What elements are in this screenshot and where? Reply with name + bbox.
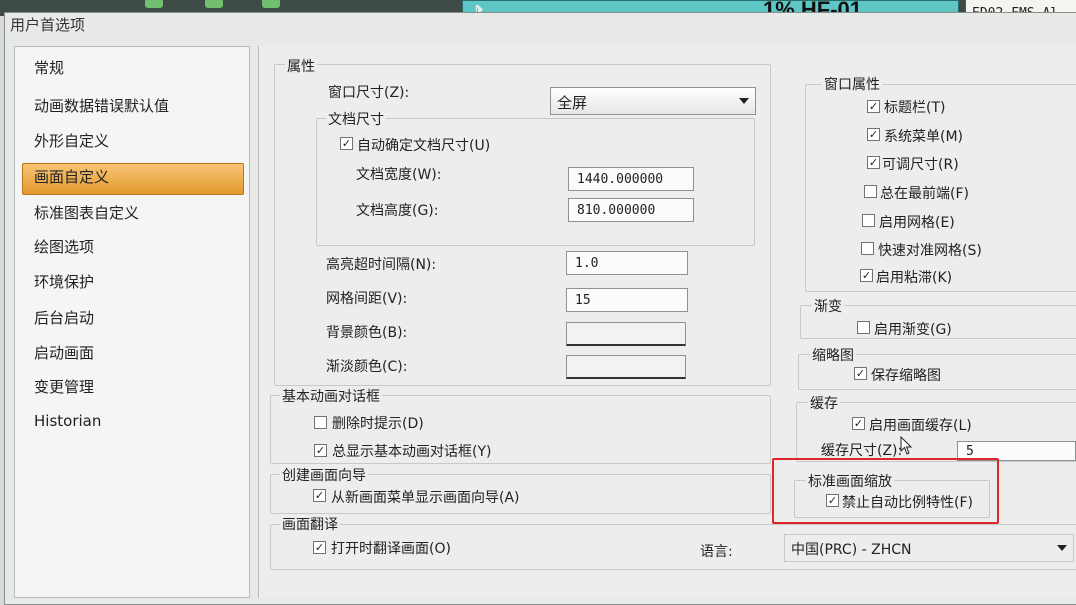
highlight-annotation-box: [772, 458, 999, 524]
delete-prompt-label: 删除时提示(D): [332, 416, 424, 432]
always-on-top-label: 总在最前端(F): [880, 186, 969, 202]
thumbnail-group-title: 缩略图: [810, 345, 856, 365]
nav-item-picture-custom[interactable]: 画面自定义: [34, 166, 109, 187]
enable-grid-label: 启用网格(E): [879, 215, 955, 231]
delete-prompt-checkbox[interactable]: [314, 416, 327, 429]
window-props-group-title: 窗口属性: [822, 74, 882, 94]
highlight-timeout-input[interactable]: 1.0: [566, 251, 688, 275]
properties-group-title: 属性: [285, 56, 317, 76]
always-show-anim-label: 总显示基本动画对话框(Y): [332, 444, 492, 460]
resizable-label: 可调尺寸(R): [882, 157, 959, 173]
nav-item-startup-picture[interactable]: 启动画面: [34, 342, 94, 363]
dropdown-arrow-icon: [1057, 545, 1067, 551]
title-bar-checkbox[interactable]: ✓: [867, 100, 880, 113]
save-thumbnail-label: 保存缩略图: [871, 368, 941, 384]
highlight-timeout-label: 高亮超时间隔(N):: [326, 257, 437, 273]
nav-item-drawing-options[interactable]: 绘图选项: [34, 236, 94, 257]
doc-width-input[interactable]: 1440.000000: [568, 167, 694, 191]
cache-size-label: 缓存尺寸(Z):: [821, 443, 903, 459]
language-label: 语言:: [700, 544, 733, 560]
system-menu-checkbox[interactable]: ✓: [867, 128, 880, 141]
auto-doc-size-label: 自动确定文档尺寸(U): [357, 138, 491, 154]
background-indicator: [262, 0, 280, 8]
translate-on-open-checkbox[interactable]: ✓: [313, 541, 326, 554]
system-menu-label: 系统菜单(M): [884, 129, 964, 145]
resizable-checkbox[interactable]: ✓: [867, 156, 880, 169]
background-indicator: [205, 0, 223, 8]
dialog-title: 用户首选项: [10, 16, 86, 34]
nav-item-animation-error-defaults[interactable]: 动画数据错误默认值: [34, 95, 169, 116]
enable-sticky-label: 启用粘滞(K): [876, 270, 953, 286]
window-size-label: 窗口尺寸(Z):: [328, 85, 410, 101]
fade-color-label: 渐淡颜色(C):: [326, 359, 408, 375]
always-on-top-checkbox[interactable]: [864, 185, 877, 198]
mouse-cursor-icon: [900, 435, 914, 460]
bg-color-label: 背景颜色(B):: [326, 325, 408, 341]
basic-anim-group-title: 基本动画对话框: [280, 386, 382, 406]
window-size-select[interactable]: 全屏: [550, 87, 756, 115]
translate-on-open-label: 打开时翻译画面(O): [331, 541, 451, 557]
fade-group-title: 渐变: [812, 296, 844, 316]
wizard-group-title: 创建画面向导: [280, 465, 368, 485]
show-wizard-checkbox[interactable]: ✓: [313, 489, 326, 502]
enable-fade-label: 启用渐变(G): [874, 322, 952, 338]
save-thumbnail-checkbox[interactable]: ✓: [854, 367, 867, 380]
nav-item-change-management[interactable]: 变更管理: [34, 376, 94, 397]
enable-grid-checkbox[interactable]: [862, 214, 875, 227]
nav-item-historian[interactable]: Historian: [34, 412, 101, 430]
nav-item-environment-protection[interactable]: 环境保护: [34, 271, 94, 292]
cache-group-title: 缓存: [808, 393, 840, 413]
language-value: 中国(PRC) - ZHCN: [791, 542, 912, 558]
grid-spacing-label: 网格间距(V):: [326, 291, 408, 307]
doc-width-label: 文档宽度(W):: [356, 167, 442, 183]
doc-height-input[interactable]: 810.000000: [568, 198, 694, 222]
nav-item-standard-chart-custom[interactable]: 标准图表自定义: [34, 202, 139, 223]
show-wizard-label: 从新画面菜单显示画面向导(A): [331, 490, 520, 506]
grid-spacing-input[interactable]: 15: [566, 288, 688, 312]
doc-height-label: 文档高度(G):: [356, 203, 439, 219]
title-bar-label: 标题栏(T): [884, 100, 946, 116]
doc-size-group-title: 文档尺寸: [326, 109, 386, 129]
auto-doc-size-checkbox[interactable]: ✓: [340, 137, 353, 150]
snap-to-grid-checkbox[interactable]: [861, 242, 874, 255]
fade-color-swatch[interactable]: [566, 355, 686, 379]
always-show-anim-checkbox[interactable]: ✓: [314, 444, 327, 457]
window-size-value: 全屏: [557, 94, 588, 112]
translate-group-title: 画面翻译: [280, 514, 340, 534]
bg-color-swatch[interactable]: [566, 322, 686, 346]
category-items: 常规 动画数据错误默认值 外形自定义 画面自定义 标准图表自定义 绘图选项 环境…: [14, 46, 248, 466]
enable-sticky-checkbox[interactable]: ✓: [860, 269, 873, 282]
enable-fade-checkbox[interactable]: [857, 321, 870, 334]
nav-item-general[interactable]: 常规: [34, 57, 64, 78]
snap-to-grid-label: 快速对准网格(S): [878, 243, 982, 259]
enable-cache-checkbox[interactable]: ✓: [852, 417, 865, 430]
background-indicator: [145, 0, 163, 8]
language-select[interactable]: 中国(PRC) - ZHCN: [784, 534, 1074, 562]
dropdown-arrow-icon: [739, 98, 749, 104]
nav-item-background-startup[interactable]: 后台启动: [34, 307, 94, 328]
nav-item-shape-custom[interactable]: 外形自定义: [34, 130, 109, 151]
enable-cache-label: 启用画面缓存(L): [869, 418, 972, 434]
